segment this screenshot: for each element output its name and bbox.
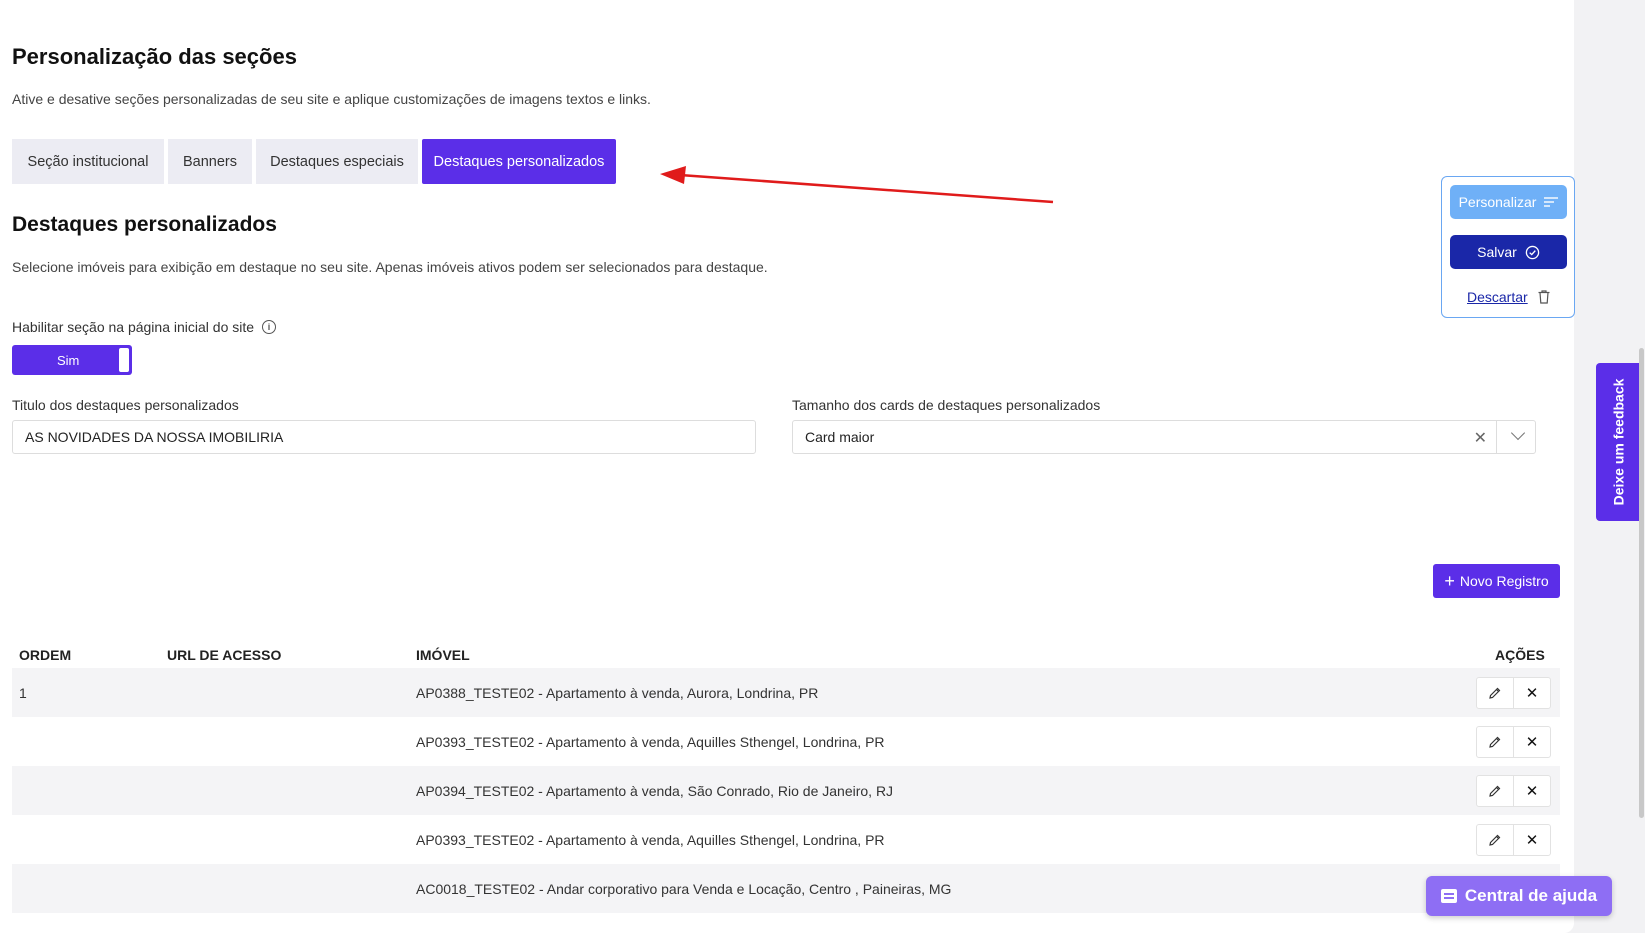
check-circle-icon [1525, 245, 1540, 259]
plus-icon: + [1444, 571, 1455, 591]
row-property: AP0393_TESTE02 - Apartamento à venda, Aq… [416, 831, 885, 848]
table-row: AP0394_TESTE02 - Apartamento à venda, Sã… [12, 766, 1560, 815]
help-center-button[interactable]: Central de ajuda [1426, 876, 1612, 916]
title-field[interactable]: AS NOVIDADES DA NOSSA IMOBILIRIA [12, 420, 756, 454]
pencil-icon [1489, 834, 1501, 846]
row-property: AP0394_TESTE02 - Apartamento à venda, Sã… [416, 782, 894, 799]
feedback-label: Deixe um feedback [1610, 378, 1626, 506]
filter-lines-icon [1544, 197, 1559, 207]
select-divider [1496, 421, 1497, 453]
personalizar-label: Personalizar [1458, 194, 1537, 210]
title-field-value: AS NOVIDADES DA NOSSA IMOBILIRIA [25, 429, 284, 445]
delete-button[interactable]: ✕ [1513, 726, 1551, 758]
tab-destaques-especiais[interactable]: Destaques especiais [256, 139, 418, 184]
edit-button[interactable] [1476, 824, 1514, 856]
enable-section-text: Habilitar seção na página inicial do sit… [12, 319, 255, 335]
main-panel: Personalização das seções Ative e desati… [0, 0, 1574, 933]
row-property: AP0388_TESTE02 - Apartamento à venda, Au… [416, 684, 819, 701]
edit-button[interactable] [1476, 726, 1514, 758]
title-field-label: Titulo dos destaques personalizados [12, 397, 239, 413]
new-record-label: Novo Registro [1459, 573, 1549, 589]
salvar-label: Salvar [1477, 244, 1517, 260]
page-title: Personalização das seções [12, 44, 297, 69]
enable-section-toggle[interactable]: Sim [12, 345, 132, 375]
row-order: 1 [19, 684, 27, 701]
delete-button[interactable]: ✕ [1513, 677, 1551, 709]
edit-button[interactable] [1476, 677, 1514, 709]
toggle-label: Sim [57, 352, 80, 368]
salvar-button[interactable]: Salvar [1450, 235, 1567, 269]
chevron-down-icon[interactable] [1510, 425, 1526, 441]
close-icon: ✕ [1525, 832, 1539, 849]
pencil-icon [1489, 736, 1501, 748]
new-record-button[interactable]: + Novo Registro [1433, 564, 1560, 598]
book-icon [1440, 889, 1457, 903]
close-icon: ✕ [1525, 734, 1539, 751]
table-row: AP0393_TESTE02 - Apartamento à venda, Aq… [12, 815, 1560, 864]
header-url: URL DE ACESSO [167, 647, 282, 663]
trash-icon [1538, 290, 1550, 304]
descartar-link[interactable]: Descartar [1467, 289, 1550, 305]
floating-actions-panel: Personalizar Salvar Descartar [1441, 176, 1575, 318]
enable-section-label: Habilitar seção na página inicial do sit… [12, 319, 277, 335]
tab-banners[interactable]: Banners [168, 139, 252, 184]
header-property: IMÓVEL [416, 647, 470, 663]
section-tabs: Seção institucional Banners Destaques es… [12, 139, 620, 184]
edit-button[interactable] [1476, 775, 1514, 807]
section-subtitle: Selecione imóveis para exibição em desta… [12, 259, 768, 275]
close-icon: ✕ [1525, 783, 1539, 800]
tab-secao-institucional[interactable]: Seção institucional [12, 139, 164, 184]
header-actions: AÇÕES [1495, 647, 1545, 663]
delete-button[interactable]: ✕ [1513, 775, 1551, 807]
table-row: AC0018_TESTE02 - Andar corporativo para … [12, 864, 1560, 913]
pencil-icon [1489, 687, 1501, 699]
row-property: AP0393_TESTE02 - Apartamento à venda, Aq… [416, 733, 885, 750]
card-size-select[interactable]: Card maior ✕ [792, 420, 1536, 454]
row-property: AC0018_TESTE02 - Andar corporativo para … [416, 880, 952, 897]
close-icon: ✕ [1525, 685, 1539, 702]
info-icon[interactable]: i [262, 320, 277, 334]
table-row: 1 AP0388_TESTE02 - Apartamento à venda, … [12, 668, 1560, 717]
help-center-label: Central de ajuda [1464, 886, 1598, 905]
card-size-value: Card maior [805, 429, 875, 445]
section-title: Destaques personalizados [12, 213, 277, 236]
clear-icon[interactable]: ✕ [1474, 428, 1487, 448]
table-row: AP0393_TESTE02 - Apartamento à venda, Aq… [12, 717, 1560, 766]
feedback-tab[interactable]: Deixe um feedback [1596, 363, 1640, 521]
personalizar-button[interactable]: Personalizar [1450, 185, 1567, 219]
pencil-icon [1489, 785, 1501, 797]
descartar-label: Descartar [1467, 289, 1528, 305]
scrollbar[interactable] [1639, 348, 1644, 818]
card-size-label: Tamanho dos cards de destaques personali… [792, 397, 1101, 413]
page-subtitle: Ative e desative seções personalizadas d… [12, 91, 651, 107]
toggle-knob [119, 348, 129, 372]
header-order: ORDEM [19, 647, 72, 663]
delete-button[interactable]: ✕ [1513, 824, 1551, 856]
annotation-arrow-icon [660, 166, 1054, 204]
tab-destaques-personalizados[interactable]: Destaques personalizados [422, 139, 616, 184]
